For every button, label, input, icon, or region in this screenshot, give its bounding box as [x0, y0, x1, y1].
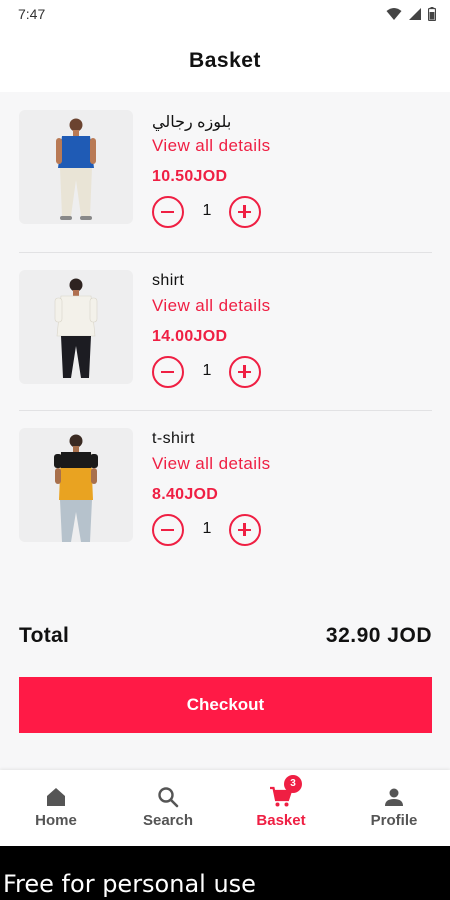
view-details-link[interactable]: View all details [152, 454, 271, 474]
page-title: Basket [189, 49, 261, 72]
plus-icon-vertical [243, 523, 246, 536]
home-icon [47, 788, 65, 806]
product-name: t-shirt [152, 430, 195, 447]
quantity-stepper: 1 [152, 514, 262, 546]
quantity-value: 1 [202, 362, 212, 379]
nav-label: Basket [256, 812, 306, 829]
status-time: 7:47 [18, 6, 46, 22]
status-bar: 7:47 [0, 0, 450, 30]
product-price: 14.00JOD [152, 328, 228, 345]
quantity-value: 1 [202, 202, 212, 219]
nav-item-basket[interactable]: 3 Basket [225, 770, 337, 846]
nav-label: Search [142, 812, 194, 829]
decrease-quantity-button[interactable] [152, 356, 184, 388]
nav-item-search[interactable]: Search [112, 770, 224, 846]
watermark-text: Free for personal use [3, 870, 256, 898]
nav-item-home[interactable]: Home [0, 770, 112, 846]
minus-icon [161, 528, 174, 531]
product-price: 8.40JOD [152, 486, 219, 503]
plus-icon-vertical [243, 205, 246, 218]
increase-quantity-button[interactable] [229, 196, 261, 228]
basket-content: بلوزه رجالي View all details 10.50JOD 1 … [0, 92, 450, 770]
nav-label: Home [35, 812, 77, 829]
product-image[interactable] [19, 110, 133, 224]
wifi-icon [386, 8, 402, 20]
minus-icon [161, 370, 174, 373]
product-name: بلوزه رجالي [152, 114, 232, 131]
minus-icon [161, 210, 174, 213]
app-header: Basket [0, 30, 450, 92]
nav-label: Profile [370, 812, 418, 829]
nav-item-profile[interactable]: Profile [338, 770, 450, 846]
total-label: Total [19, 624, 70, 647]
quantity-stepper: 1 [152, 196, 262, 228]
product-image[interactable] [19, 428, 133, 542]
plus-icon-vertical [243, 365, 246, 378]
signal-icon [409, 8, 421, 20]
bottom-navigation: Home Search 3 Basket Profile [0, 770, 450, 846]
view-details-link[interactable]: View all details [152, 136, 271, 156]
total-value: 32.90 JOD [325, 624, 432, 647]
decrease-quantity-button[interactable] [152, 196, 184, 228]
checkout-button[interactable]: Checkout [19, 677, 432, 733]
product-name: shirt [152, 272, 185, 289]
view-details-link[interactable]: View all details [152, 296, 271, 316]
quantity-value: 1 [202, 520, 212, 537]
basket-item: t-shirt View all details 8.40JOD 1 [19, 410, 432, 568]
basket-item: بلوزه رجالي View all details 10.50JOD 1 [19, 92, 432, 250]
product-price: 10.50JOD [152, 168, 228, 185]
cart-count-badge: 3 [284, 775, 302, 793]
search-icon [158, 787, 179, 808]
status-icons [386, 7, 436, 21]
increase-quantity-button[interactable] [229, 514, 261, 546]
basket-item: shirt View all details 14.00JOD 1 [19, 252, 432, 410]
decrease-quantity-button[interactable] [152, 514, 184, 546]
person-icon [385, 788, 403, 806]
quantity-stepper: 1 [152, 356, 262, 388]
product-image[interactable] [19, 270, 133, 384]
increase-quantity-button[interactable] [229, 356, 261, 388]
watermark-bar: Free for personal use [0, 846, 450, 900]
battery-icon [428, 7, 436, 21]
